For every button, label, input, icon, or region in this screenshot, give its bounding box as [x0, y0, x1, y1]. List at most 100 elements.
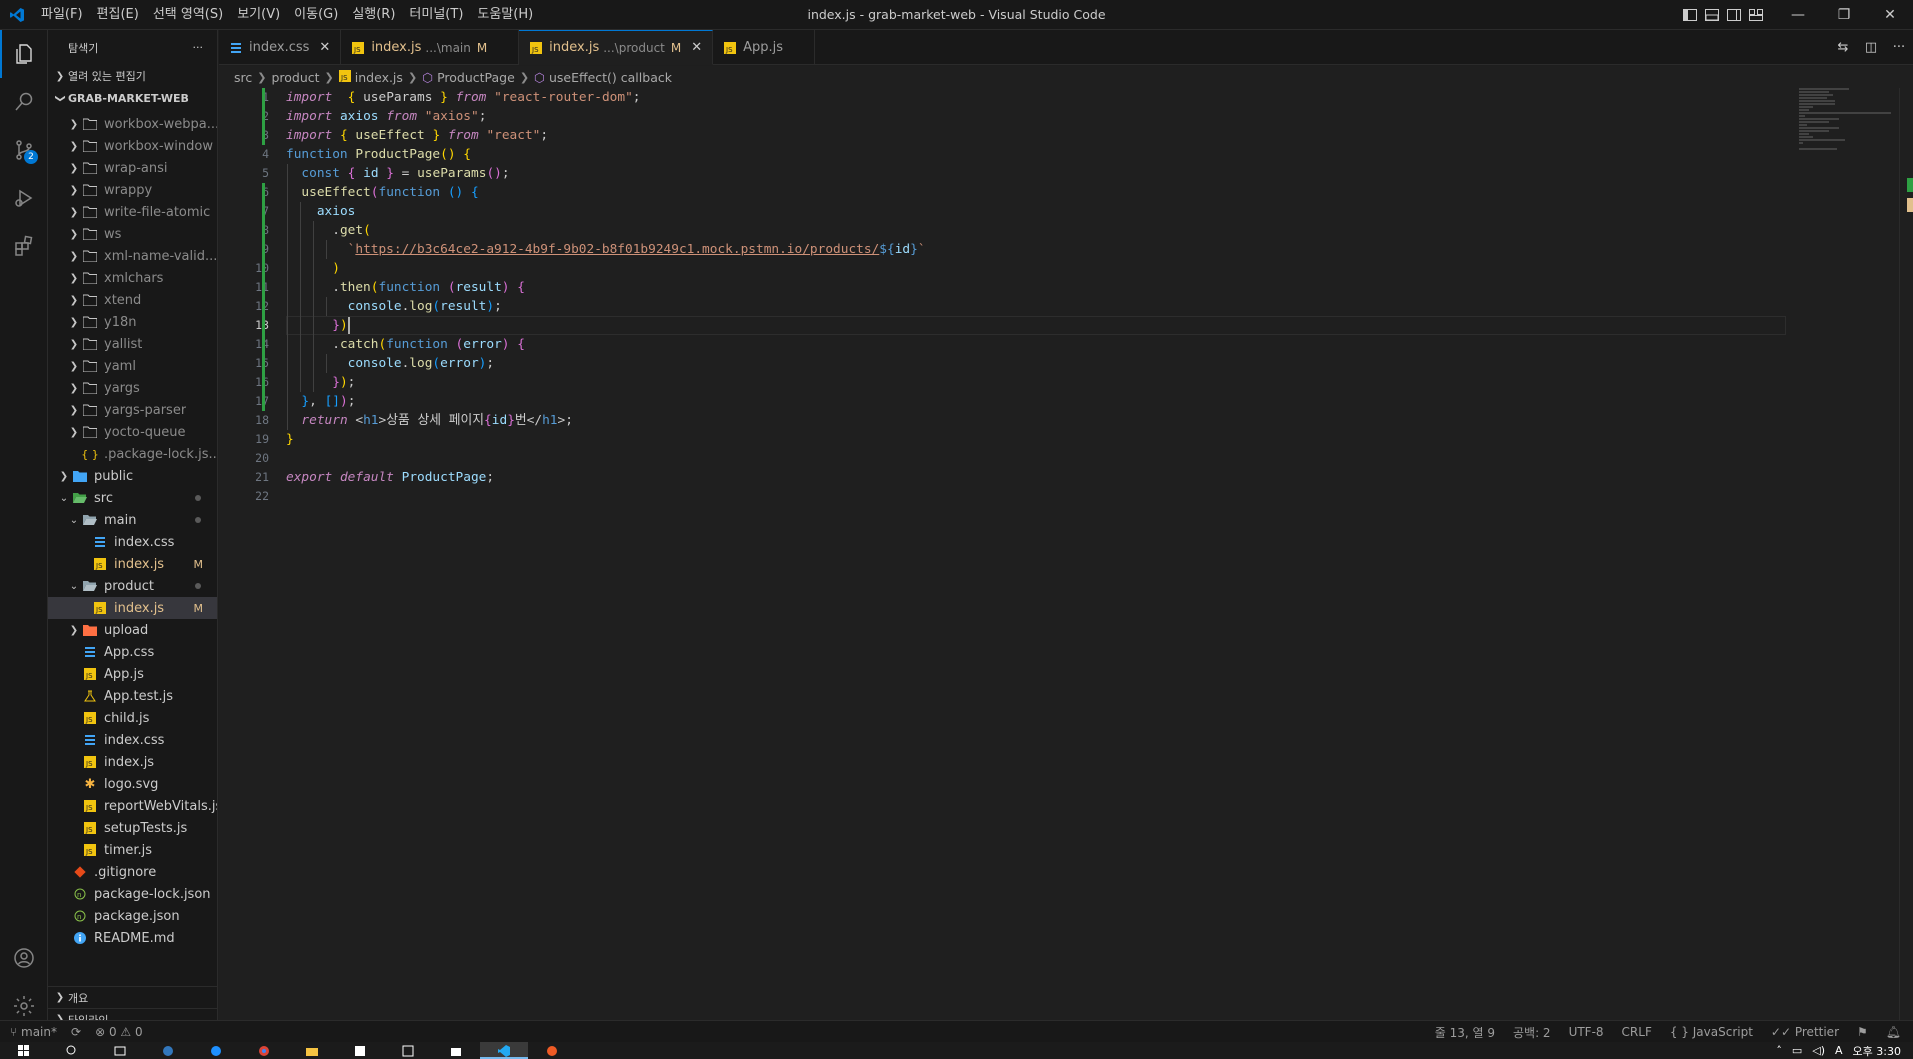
- tree-file[interactable]: README.md: [48, 927, 217, 949]
- tree-folder[interactable]: ❯ yaml: [48, 355, 217, 377]
- taskbar-app-icon[interactable]: [336, 1042, 384, 1059]
- end-of-line[interactable]: CRLF: [1622, 1025, 1652, 1039]
- breadcrumb-file[interactable]: index.js: [355, 70, 403, 85]
- windows-start-icon[interactable]: [0, 1042, 48, 1059]
- indentation[interactable]: 공백: 2: [1513, 1024, 1551, 1041]
- taskbar-search-icon[interactable]: [48, 1042, 96, 1059]
- close-tab-icon[interactable]: ✕: [319, 40, 330, 55]
- taskbar-edge-legacy-icon[interactable]: [144, 1042, 192, 1059]
- code-line[interactable]: ` https://b3c64ce2-a912-4b9f-9b02-b8f01b9…: [286, 240, 1806, 259]
- tree-folder[interactable]: ❯ yocto-queue: [48, 421, 217, 443]
- split-editor-icon[interactable]: ◫: [1857, 40, 1885, 55]
- accounts-icon[interactable]: [0, 934, 48, 982]
- tree-folder[interactable]: ❯ wrappy: [48, 179, 217, 201]
- tree-file[interactable]: App.css: [48, 641, 217, 663]
- clock[interactable]: 오후 3:30: [1853, 1043, 1901, 1059]
- explorer-icon[interactable]: [0, 30, 48, 78]
- tree-folder[interactable]: ❯ upload: [48, 619, 217, 641]
- code-line[interactable]: [286, 487, 1806, 506]
- tree-file[interactable]: n package-lock.json: [48, 883, 217, 905]
- network-icon[interactable]: ▭: [1792, 1044, 1802, 1057]
- feedback-icon[interactable]: ⚑: [1857, 1025, 1868, 1039]
- taskbar-postman-icon[interactable]: [528, 1042, 576, 1059]
- breadcrumb-product[interactable]: product: [271, 70, 319, 85]
- tree-file[interactable]: { } .package-lock.js...: [48, 443, 217, 465]
- code-line[interactable]: return <h1>상품 상세 페이지{id}번</h1>;: [286, 411, 1806, 430]
- tree-folder[interactable]: ❯ xml-name-valid...: [48, 245, 217, 267]
- tree-file[interactable]: JS index.js M: [48, 597, 217, 619]
- code-line[interactable]: import axios from "axios";: [286, 107, 1806, 126]
- code-line[interactable]: }, []);: [286, 392, 1806, 411]
- code-line[interactable]: });: [286, 373, 1806, 392]
- code-content[interactable]: import { useParams } from "react-router-…: [286, 88, 1806, 506]
- code-line[interactable]: .then(function (result) {: [286, 278, 1806, 297]
- sync-icon[interactable]: ⟳: [71, 1025, 81, 1039]
- tree-folder[interactable]: ❯ yargs: [48, 377, 217, 399]
- menu-edit[interactable]: 편집(E): [90, 0, 146, 30]
- menu-file[interactable]: 파일(F): [34, 0, 90, 30]
- toggle-panel-icon[interactable]: [1701, 0, 1723, 30]
- code-line[interactable]: function ProductPage() {: [286, 145, 1806, 164]
- tree-folder[interactable]: ❯ write-file-atomic: [48, 201, 217, 223]
- cursor-position[interactable]: 줄 13, 열 9: [1435, 1024, 1495, 1041]
- tray-chevron-icon[interactable]: ˄: [1776, 1044, 1782, 1057]
- restore-button[interactable]: ❐: [1821, 0, 1867, 30]
- editor-scrollbar[interactable]: [1899, 88, 1913, 1020]
- editor-tab[interactable]: JSindex.js...\mainM✕: [341, 30, 520, 65]
- code-line[interactable]: console.log(error);: [286, 354, 1806, 373]
- close-tab-icon[interactable]: ✕: [691, 40, 702, 55]
- tree-folder[interactable]: ❯ ws: [48, 223, 217, 245]
- code-line[interactable]: ): [286, 259, 1806, 278]
- tree-folder[interactable]: ❯ public: [48, 465, 217, 487]
- more-actions-icon[interactable]: ···: [193, 41, 204, 54]
- tree-file[interactable]: ✱ logo.svg: [48, 773, 217, 795]
- taskbar-edge-icon[interactable]: [192, 1042, 240, 1059]
- tree-folder[interactable]: ⌄ main: [48, 509, 217, 531]
- tree-folder[interactable]: ❯ xmlchars: [48, 267, 217, 289]
- open-changes-icon[interactable]: ⇆: [1829, 40, 1857, 55]
- minimize-button[interactable]: —: [1775, 0, 1821, 30]
- editor-tab[interactable]: JS index.js ...\product M ✕: [519, 30, 714, 65]
- code-line[interactable]: }: [286, 430, 1806, 449]
- taskbar-store-icon[interactable]: [432, 1042, 480, 1059]
- more-editor-actions-icon[interactable]: ···: [1885, 40, 1913, 55]
- code-line[interactable]: console.log(result);: [286, 297, 1806, 316]
- taskbar-chrome-icon[interactable]: [240, 1042, 288, 1059]
- tree-file[interactable]: index.css: [48, 729, 217, 751]
- extensions-icon[interactable]: [0, 222, 48, 270]
- language-mode[interactable]: { } JavaScript: [1670, 1025, 1753, 1039]
- taskbar-file-explorer-icon[interactable]: [288, 1042, 336, 1059]
- tree-folder[interactable]: ❯ workbox-window: [48, 135, 217, 157]
- code-line[interactable]: }): [286, 316, 1786, 335]
- code-line[interactable]: const { id } = useParams();: [286, 164, 1806, 183]
- tree-file[interactable]: JS reportWebVitals.js: [48, 795, 217, 817]
- search-icon[interactable]: [0, 78, 48, 126]
- source-control-icon[interactable]: 2: [0, 126, 48, 174]
- run-debug-icon[interactable]: [0, 174, 48, 222]
- menu-run[interactable]: 실행(R): [345, 0, 402, 30]
- close-button[interactable]: ✕: [1867, 0, 1913, 30]
- prettier-status[interactable]: ✓✓ Prettier: [1771, 1025, 1839, 1039]
- toggle-secondary-sidebar-icon[interactable]: [1723, 0, 1745, 30]
- open-editors-section[interactable]: ❯ 열려 있는 편집기: [48, 65, 217, 87]
- toggle-primary-sidebar-icon[interactable]: [1679, 0, 1701, 30]
- menu-terminal[interactable]: 터미널(T): [402, 0, 470, 30]
- tree-file[interactable]: index.css: [48, 531, 217, 553]
- tree-folder[interactable]: ⌄ product: [48, 575, 217, 597]
- taskbar-photos-icon[interactable]: [384, 1042, 432, 1059]
- code-line[interactable]: import { useEffect } from "react";: [286, 126, 1806, 145]
- tree-file[interactable]: App.test.js: [48, 685, 217, 707]
- branch-status[interactable]: ⑂ main*: [10, 1025, 57, 1039]
- editor-tab[interactable]: index.css ✕: [219, 30, 342, 65]
- code-line[interactable]: useEffect(function () {: [286, 183, 1806, 202]
- tree-folder[interactable]: ❯ xtend: [48, 289, 217, 311]
- breadcrumb-src[interactable]: src: [234, 70, 252, 85]
- code-line[interactable]: export default ProductPage;: [286, 468, 1806, 487]
- encoding[interactable]: UTF-8: [1569, 1025, 1604, 1039]
- tree-file[interactable]: .gitignore: [48, 861, 217, 883]
- menu-view[interactable]: 보기(V): [230, 0, 287, 30]
- tree-file[interactable]: JS setupTests.js: [48, 817, 217, 839]
- task-view-icon[interactable]: [96, 1042, 144, 1059]
- code-line[interactable]: axios: [286, 202, 1806, 221]
- problems-status[interactable]: ⊗ 0 ⚠ 0: [95, 1025, 143, 1039]
